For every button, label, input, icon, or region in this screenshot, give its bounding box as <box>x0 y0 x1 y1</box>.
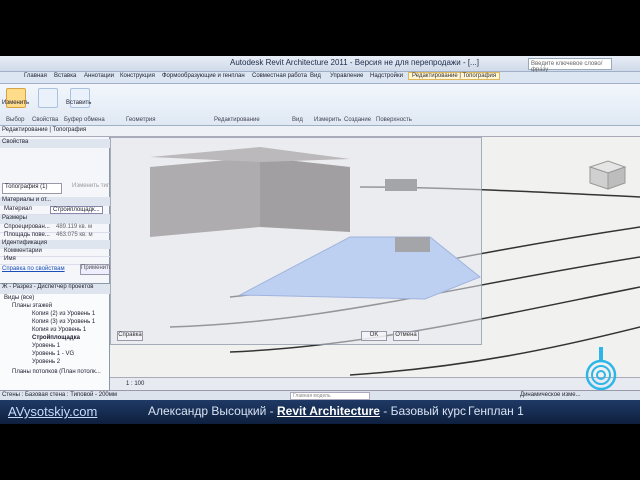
project-browser-header: Ж - Разрез - Диспетчер проектов <box>0 284 110 294</box>
3d-viewport[interactable]: Справка OK Отмена 1 : 100 <box>110 137 640 390</box>
author-name: Александр Высоцкий - <box>148 404 278 418</box>
spiral-logo-icon <box>585 347 617 391</box>
tab-home[interactable]: Главная <box>24 73 47 79</box>
properties-icon[interactable] <box>38 88 58 108</box>
properties-help-link[interactable]: Справка по свойствам <box>2 266 65 272</box>
type-selector[interactable]: Топография (1) <box>2 183 62 194</box>
tree-item[interactable]: Планы этажей <box>12 303 52 309</box>
tab-modify-topography[interactable]: Редактирование | Топография <box>408 72 501 80</box>
lesson-title: Генплан 1 <box>468 404 524 418</box>
panel-clipboard: Буфер обмена <box>64 117 105 123</box>
status-bar: Стены : Базовая стена : Типовой - 200мм … <box>0 390 640 400</box>
tab-insert[interactable]: Вставка <box>54 73 76 79</box>
tab-structure[interactable]: Конструкция <box>120 73 155 79</box>
modify-label: Изменить <box>2 100 30 106</box>
panel-properties: Свойства <box>32 117 59 123</box>
dynamic-edit-checkbox[interactable]: Динамическое изме... <box>520 392 581 398</box>
view-cube-icon[interactable] <box>588 160 627 190</box>
tree-item[interactable]: Уровень 1 <box>32 343 60 349</box>
view-scale[interactable]: 1 : 100 <box>126 381 144 387</box>
tree-item[interactable]: Планы потолков (План потолк... <box>12 369 101 375</box>
panel-select: Выбор <box>6 117 25 123</box>
tree-item[interactable]: Уровень 1 - VG <box>32 351 74 357</box>
panel-surface: Поверхность <box>376 117 412 123</box>
product-name: Revit Architecture <box>277 404 380 418</box>
title-bar: Autodesk Revit Architecture 2011 - Верси… <box>0 56 640 73</box>
tab-massing-site[interactable]: Формообразующие и генплан <box>162 73 245 79</box>
tree-item[interactable]: Копия (2) из Уровень 1 <box>32 311 95 317</box>
properties-panel: Свойства Топография (1) Изменить тип Мат… <box>0 137 112 283</box>
ribbon: Изменить Вставить Выбор Свойства Буфер о… <box>0 84 640 126</box>
edit-type-button[interactable]: Изменить тип <box>68 183 110 192</box>
apply-button[interactable]: Применить <box>80 264 112 275</box>
status-text: Стены : Базовая стена : Типовой - 200мм <box>2 392 117 398</box>
project-browser: Ж - Разрез - Диспетчер проектов Виды (вс… <box>0 283 110 390</box>
section-sizes: Размеры <box>0 215 110 224</box>
tab-view[interactable]: Вид <box>310 73 321 79</box>
panel-measure: Измерить <box>314 117 342 123</box>
panel-modify: Редактирование <box>214 117 260 123</box>
author-line: Александр Высоцкий - Revit Architecture … <box>148 404 466 418</box>
screen: Autodesk Revit Architecture 2011 - Верси… <box>0 0 640 480</box>
context-bar: Редактирование | Топография <box>0 126 640 137</box>
ribbon-tabs: Главная Вставка Аннотации Конструкция Фо… <box>0 72 640 84</box>
toposurface-dialog: Справка OK Отмена <box>110 137 482 345</box>
tab-addins[interactable]: Надстройки <box>370 73 403 79</box>
help-search-input[interactable]: Введите ключевое слово/фразу <box>528 58 612 73</box>
tab-annotate[interactable]: Аннотации <box>84 73 114 79</box>
section-materials: Материалы и от... <box>0 197 110 206</box>
dialog-cancel-button[interactable]: Отмена <box>393 331 419 341</box>
dialog-ok-button[interactable]: OK <box>361 331 387 341</box>
tree-item-active[interactable]: Стройплощадка <box>32 335 80 341</box>
view-control-bar: 1 : 100 <box>110 377 640 390</box>
panel-view: Вид <box>292 117 303 123</box>
tab-collaborate[interactable]: Совместная работа <box>252 73 307 79</box>
course-name: - Базовый курс <box>379 404 467 418</box>
tree-item[interactable]: Копия (3) из Уровень 1 <box>32 319 95 325</box>
window-title: Autodesk Revit Architecture 2011 - Верси… <box>230 58 479 67</box>
panel-geometry: Геометрия <box>126 117 156 123</box>
tab-manage[interactable]: Управление <box>330 73 363 79</box>
panel-create: Создание <box>344 117 372 123</box>
properties-header: Свойства <box>0 139 110 148</box>
tree-item[interactable]: Виды (все) <box>4 295 34 301</box>
paste-label: Вставить <box>66 100 92 106</box>
video-caption-bar: AVysotskiy.com Александр Высоцкий - Revi… <box>0 400 640 424</box>
dialog-help-button[interactable]: Справка <box>117 331 143 341</box>
tree-item[interactable]: Копия из Уровень 1 <box>32 327 86 333</box>
site-link[interactable]: AVysotskiy.com <box>8 404 97 419</box>
material-row[interactable]: Материал Стройплощадк... <box>0 206 110 215</box>
context-label: Редактирование | Топография <box>2 127 87 133</box>
tree-item[interactable]: Уровень 2 <box>32 359 60 365</box>
model-selector[interactable]: Главная модель <box>290 392 370 400</box>
